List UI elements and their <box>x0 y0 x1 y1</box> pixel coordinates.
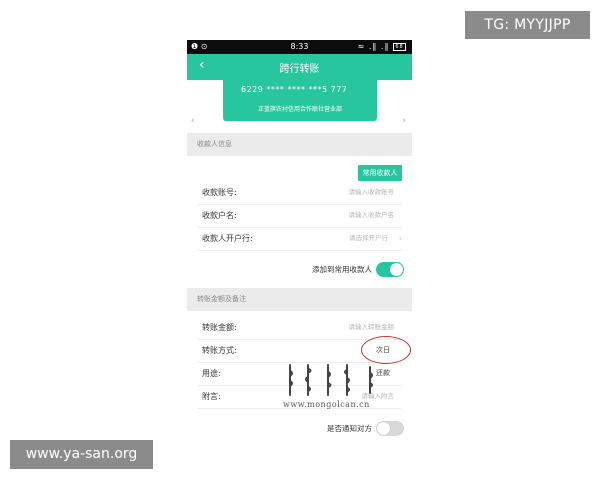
payee-name-label: 收款户名: <box>202 211 237 220</box>
add-favorite-label: 添加到常用收款人 <box>312 265 372 274</box>
status-bar: ❶ ⊙ 8:33 ≈ .∥ .∥ 68 <box>187 40 412 54</box>
telegram-watermark: TG: MYYJJPP <box>465 11 590 39</box>
chevron-right-icon: › <box>398 234 402 243</box>
signal-icon: ≈ .∥ .∥ <box>357 42 390 51</box>
bank-card[interactable]: 6229 **** **** ***5 777 正蓝旗农村信用合作联社营业部 <box>223 80 377 121</box>
transfer-method-label: 转账方式: <box>202 346 237 355</box>
notify-label: 是否通知对方 <box>327 424 372 433</box>
purpose-label: 用途: <box>202 369 221 378</box>
payee-account-row[interactable]: 收款账号: 请输入收款账号 <box>197 181 402 205</box>
payee-section-header: 收款人信息 <box>187 133 412 156</box>
amount-label: 转账金额: <box>202 323 237 332</box>
website-watermark: www.mongolcan.cn <box>283 400 370 409</box>
payee-account-label: 收款账号: <box>202 188 237 197</box>
title-bar: ‹ 跨行转账 <box>187 54 412 80</box>
chevron-left-icon[interactable]: ‹ <box>191 116 195 126</box>
remark-label: 附言: <box>202 392 221 401</box>
payee-name-input[interactable]: 请输入收款户名 <box>349 204 395 227</box>
add-favorite-row: 添加到常用收款人 <box>187 259 412 281</box>
payee-bank-label: 收款人开户行: <box>202 234 253 243</box>
card-bank-name: 正蓝旗农村信用合作联社营业部 <box>257 106 342 113</box>
card-area: ‹ 6229 **** **** ***5 777 正蓝旗农村信用合作联社营业部… <box>187 80 412 172</box>
amount-section-header: 转账金额及备注 <box>187 288 412 311</box>
amount-section-title: 转账金额及备注 <box>197 295 246 303</box>
page-title: 跨行转账 <box>279 64 320 75</box>
mongolian-script-watermark <box>289 364 373 396</box>
red-annotation-circle <box>361 336 411 364</box>
notify-row: 是否通知对方 <box>187 418 412 440</box>
status-icons-right: ≈ .∥ .∥ 68 <box>358 40 406 54</box>
card-number: 6229 **** **** ***5 777 <box>241 85 348 94</box>
notify-toggle[interactable] <box>376 421 404 436</box>
payee-section-title: 收款人信息 <box>197 140 232 148</box>
payee-name-row[interactable]: 收款户名: 请输入收款户名 <box>197 204 402 228</box>
payee-account-input[interactable]: 请输入收款账号 <box>349 181 395 204</box>
frequent-payee-button[interactable]: 常用收款人 <box>358 165 402 181</box>
chevron-right-icon[interactable]: › <box>402 116 406 126</box>
battery-icon: 68 <box>393 42 406 51</box>
payee-bank-select[interactable]: 请选择开户行 <box>349 227 388 250</box>
toggle-knob <box>390 263 403 276</box>
amount-row[interactable]: 转账金额: 请输入转账金额 <box>197 316 402 340</box>
add-favorite-toggle[interactable] <box>376 262 404 277</box>
site-watermark: www.ya-san.org <box>10 440 153 469</box>
payee-bank-row[interactable]: 收款人开户行: 请选择开户行 › <box>197 227 402 251</box>
toggle-knob <box>377 422 390 435</box>
phone-screen: ❶ ⊙ 8:33 ≈ .∥ .∥ 68 ‹ 跨行转账 ‹ 6229 **** *… <box>187 40 412 440</box>
